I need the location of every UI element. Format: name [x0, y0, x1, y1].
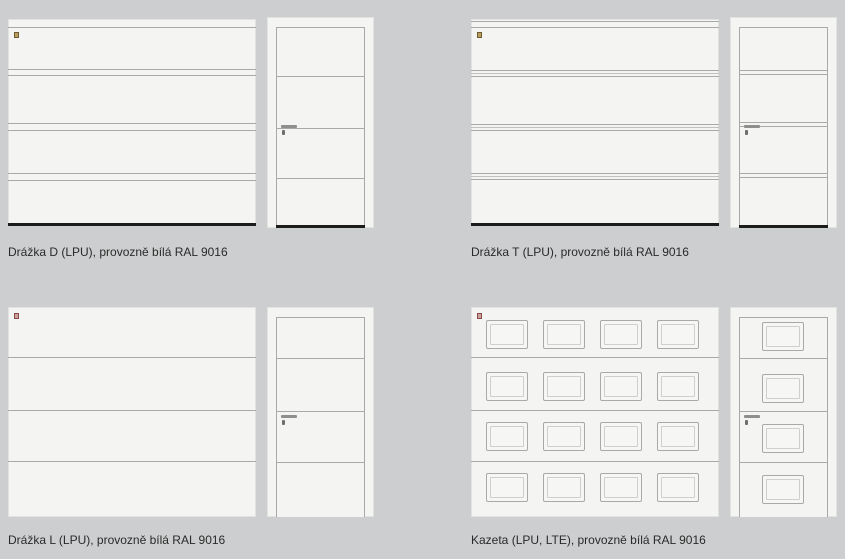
- panel-groove: [471, 124, 719, 125]
- panel-groove: [277, 358, 364, 359]
- panel-groove: [8, 461, 256, 462]
- panel-groove: [471, 176, 719, 177]
- panel-groove: [471, 73, 719, 74]
- panel-groove: [471, 461, 719, 462]
- panel-groove: [8, 123, 256, 124]
- side-door-drazka-t: [730, 17, 837, 228]
- cassette-panel: [657, 320, 699, 349]
- cassette-panel: [762, 424, 804, 453]
- cassette-panel: [657, 422, 699, 451]
- manufacturer-badge-icon: [477, 32, 482, 38]
- panel-groove: [277, 76, 364, 77]
- caption-drazka-d: Drážka D (LPU), provozně bílá RAL 9016: [8, 245, 228, 259]
- side-door-drazka-l: [267, 307, 374, 517]
- panel-groove: [740, 358, 827, 359]
- panel-groove: [277, 462, 364, 463]
- garage-door-drazka-l: [8, 307, 256, 517]
- panel-groove: [471, 70, 719, 71]
- caption-kazeta: Kazeta (LPU, LTE), provozně bílá RAL 901…: [471, 533, 706, 547]
- side-door-kazeta: [730, 307, 837, 517]
- cassette-panel: [762, 374, 804, 403]
- cassette-panel: [486, 372, 528, 401]
- manufacturer-badge-icon: [14, 313, 19, 319]
- panel-groove: [8, 173, 256, 174]
- cassette-panel: [657, 473, 699, 502]
- panel-groove: [740, 74, 827, 75]
- cassette-panel: [486, 422, 528, 451]
- bottom-seal: [276, 225, 365, 228]
- panel-groove: [740, 173, 827, 174]
- cassette-panel: [543, 422, 585, 451]
- panel-groove: [471, 410, 719, 411]
- cassette-panel: [600, 320, 642, 349]
- panel-groove: [8, 410, 256, 411]
- panel-groove: [740, 70, 827, 71]
- door-leaf: [739, 27, 828, 226]
- caption-drazka-l: Drážka L (LPU), provozně bílá RAL 9016: [8, 533, 226, 547]
- door-handle-icon: [281, 415, 297, 425]
- door-leaf: [276, 27, 365, 226]
- manufacturer-badge-icon: [477, 313, 482, 319]
- panel-groove: [471, 21, 719, 22]
- panel-groove: [8, 357, 256, 358]
- panel-groove: [277, 178, 364, 179]
- bottom-seal: [8, 223, 256, 226]
- panel-groove: [740, 122, 827, 123]
- panel-groove: [471, 179, 719, 180]
- cassette-panel: [600, 372, 642, 401]
- panel-groove: [8, 180, 256, 181]
- panel-groove: [471, 76, 719, 77]
- cassette-panel: [762, 322, 804, 351]
- panel-groove: [8, 75, 256, 76]
- panel-groove: [740, 462, 827, 463]
- panel-groove: [471, 27, 719, 28]
- door-handle-icon: [744, 415, 760, 425]
- cassette-panel: [600, 422, 642, 451]
- bottom-seal: [739, 225, 828, 228]
- cassette-panel: [657, 372, 699, 401]
- cassette-panel: [486, 473, 528, 502]
- panel-groove: [8, 130, 256, 131]
- bottom-seal: [471, 223, 719, 226]
- cassette-panel: [543, 473, 585, 502]
- panel-groove: [8, 27, 256, 28]
- garage-door-kazeta: [471, 307, 719, 517]
- door-leaf: [276, 317, 365, 517]
- cassette-panel: [543, 372, 585, 401]
- caption-drazka-t: Drážka T (LPU), provozně bílá RAL 9016: [471, 245, 689, 259]
- panel-groove: [740, 177, 827, 178]
- garage-door-drazka-d: [8, 19, 256, 226]
- manufacturer-badge-icon: [14, 32, 19, 38]
- panel-groove: [8, 69, 256, 70]
- cassette-panel: [762, 475, 804, 504]
- door-handle-icon: [744, 125, 760, 135]
- panel-groove: [471, 173, 719, 174]
- panel-groove: [471, 127, 719, 128]
- panel-groove: [471, 130, 719, 131]
- cassette-panel: [543, 320, 585, 349]
- side-door-drazka-d: [267, 17, 374, 228]
- door-leaf: [739, 317, 828, 517]
- cassette-panel: [486, 320, 528, 349]
- door-handle-icon: [281, 125, 297, 135]
- cassette-panel: [600, 473, 642, 502]
- panel-groove: [277, 411, 364, 412]
- garage-door-drazka-t: [471, 19, 719, 226]
- panel-groove: [471, 357, 719, 358]
- panel-groove: [740, 411, 827, 412]
